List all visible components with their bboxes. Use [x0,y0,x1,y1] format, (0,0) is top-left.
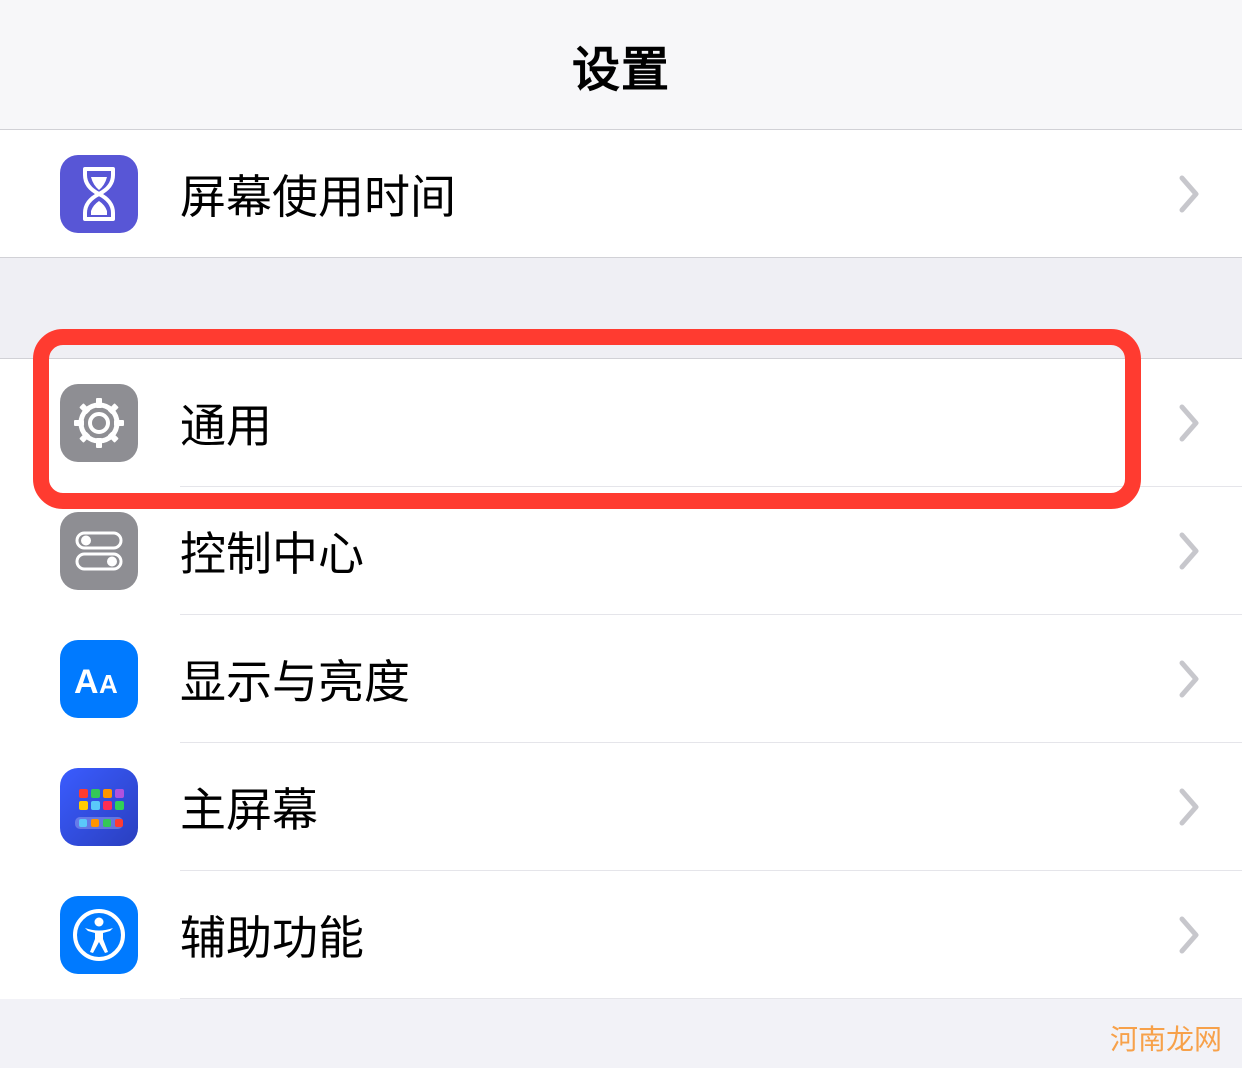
chevron-right-icon [1178,787,1202,827]
svg-text:A: A [74,663,99,701]
header: 设置 [0,0,1242,130]
watermark: 河南龙网 [1110,1018,1222,1058]
row-label: 辅助功能 [180,902,1178,968]
chevron-right-icon [1178,659,1202,699]
row-screen-time[interactable]: 屏幕使用时间 [0,130,1242,258]
toggles-icon [60,512,138,590]
gear-icon [60,384,138,462]
row-home-screen[interactable]: 主屏幕 [0,743,1242,871]
text-size-icon: A A [60,640,138,718]
hourglass-icon [60,155,138,233]
row-accessibility[interactable]: 辅助功能 [0,871,1242,999]
section-screen-time: 屏幕使用时间 [0,130,1242,258]
row-label: 显示与亮度 [180,646,1178,712]
section-general: 通用 控制中心 A A [0,358,1242,999]
section-gap [0,258,1242,358]
chevron-right-icon [1178,174,1202,214]
row-label: 通用 [180,390,1178,456]
row-label: 控制中心 [180,518,1178,584]
row-display-brightness[interactable]: A A 显示与亮度 [0,615,1242,743]
row-label: 主屏幕 [180,774,1178,840]
chevron-right-icon [1178,531,1202,571]
chevron-right-icon [1178,915,1202,955]
page-title: 设置 [572,30,670,100]
row-general[interactable]: 通用 [0,359,1242,487]
row-label: 屏幕使用时间 [180,161,1178,227]
accessibility-icon [60,896,138,974]
row-control-center[interactable]: 控制中心 [0,487,1242,615]
svg-text:A: A [99,669,118,699]
home-grid-icon [60,768,138,846]
chevron-right-icon [1178,403,1202,443]
